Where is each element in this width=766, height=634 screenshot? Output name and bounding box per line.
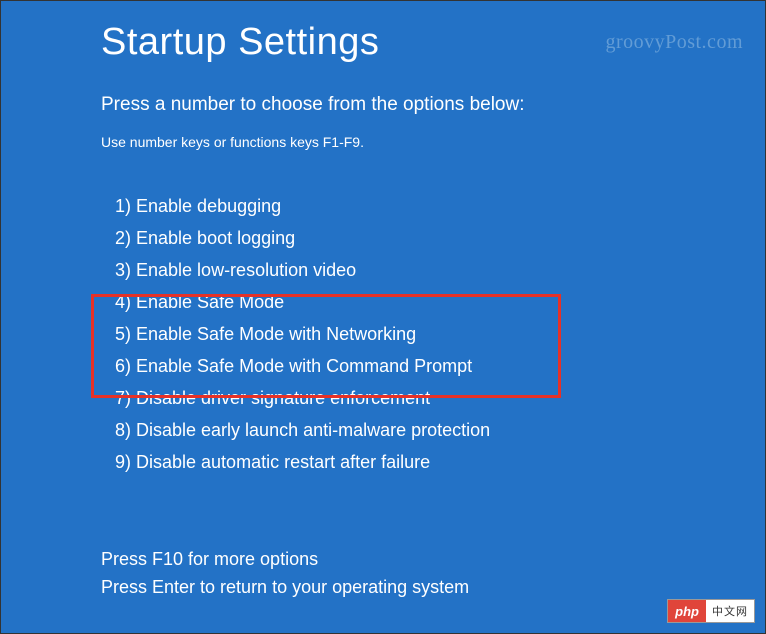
site-badge: php 中文网 (667, 599, 755, 623)
hint-text: Use number keys or functions keys F1-F9. (101, 134, 765, 150)
option-2-boot-logging[interactable]: 2) Enable boot logging (101, 222, 765, 254)
option-4-safe-mode[interactable]: 4) Enable Safe Mode (101, 286, 765, 318)
option-6-safe-mode-cmd[interactable]: 6) Enable Safe Mode with Command Prompt (101, 350, 765, 382)
footer: Press F10 for more options Press Enter t… (101, 545, 469, 601)
watermark-text: groovyPost.com (605, 31, 743, 54)
option-8-disable-antimalware[interactable]: 8) Disable early launch anti-malware pro… (101, 414, 765, 446)
startup-settings-screen: Startup Settings Press a number to choos… (1, 1, 765, 478)
option-5-safe-mode-networking[interactable]: 5) Enable Safe Mode with Networking (101, 318, 765, 350)
badge-left: php (668, 600, 706, 622)
badge-right: 中文网 (706, 600, 754, 622)
option-1-debugging[interactable]: 1) Enable debugging (101, 190, 765, 222)
footer-enter-hint: Press Enter to return to your operating … (101, 573, 469, 601)
instruction-text: Press a number to choose from the option… (101, 94, 765, 116)
option-7-disable-driver-sig[interactable]: 7) Disable driver signature enforcement (101, 382, 765, 414)
footer-f10-hint: Press F10 for more options (101, 545, 469, 573)
options-list: 1) Enable debugging 2) Enable boot loggi… (101, 190, 765, 478)
option-3-low-res-video[interactable]: 3) Enable low-resolution video (101, 254, 765, 286)
option-9-disable-auto-restart[interactable]: 9) Disable automatic restart after failu… (101, 446, 765, 478)
